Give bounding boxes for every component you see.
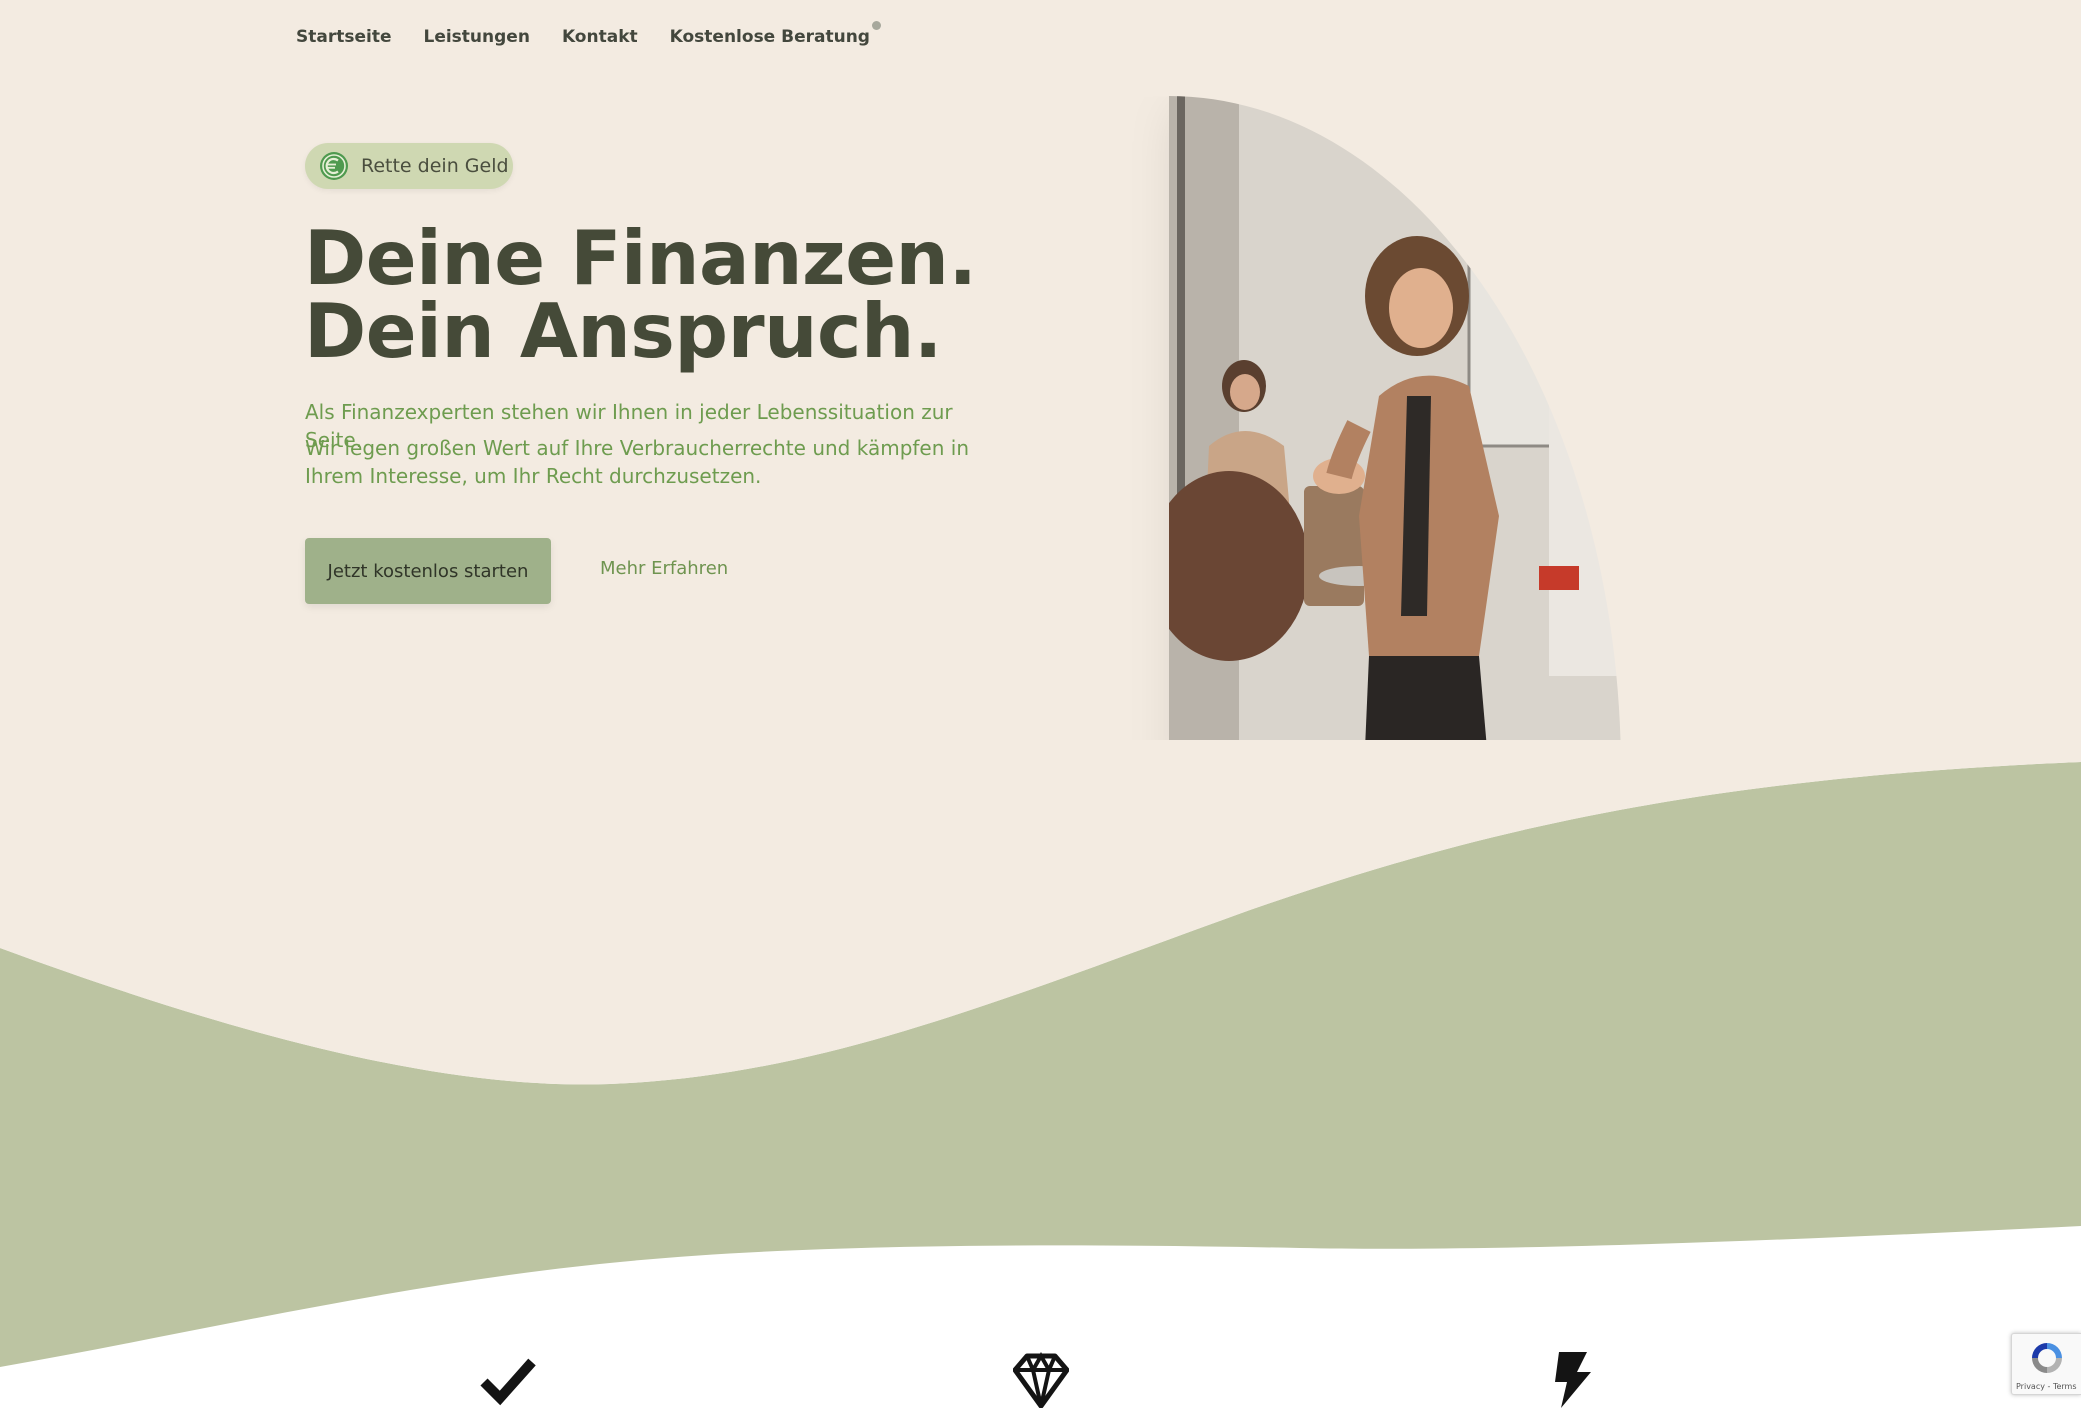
hero-title-line-2: Dein Anspruch.	[304, 287, 942, 375]
check-icon	[480, 1358, 536, 1406]
nav-item-kontakt[interactable]: Kontakt	[562, 27, 638, 47]
recaptcha-icon	[2032, 1343, 2062, 1373]
wave-divider	[0, 740, 2081, 1408]
start-free-button[interactable]: Jetzt kostenlos starten	[305, 538, 551, 604]
notification-dot	[871, 21, 881, 30]
hero-title-line-1: Deine Finanzen.	[304, 214, 977, 302]
hero-text-2: Wir legen großen Wert auf Ihre Verbrauch…	[305, 436, 969, 488]
learn-more-link[interactable]: Mehr Erfahren	[600, 558, 728, 584]
diamond-icon	[1013, 1352, 1069, 1408]
nav-item-label: Kostenlose Beratung	[669, 27, 870, 47]
badge-label: Rette dein Geld	[361, 155, 509, 177]
hero-badge[interactable]: Rette dein Geld	[305, 143, 513, 189]
hero-title: Deine Finanzen. Dein Anspruch.	[304, 214, 1104, 375]
recaptcha-links: Privacy - Terms	[2016, 1382, 2077, 1391]
euro-leaf-icon	[320, 152, 348, 180]
presenter-illustration	[1169, 96, 1621, 772]
main-nav: Startseite Leistungen Kontakt Kostenlose…	[296, 21, 881, 52]
recaptcha-badge[interactable]: Privacy - Terms	[2011, 1333, 2081, 1395]
nav-item-leistungen[interactable]: Leistungen	[423, 27, 529, 47]
nav-item-kostenlose-beratung[interactable]: Kostenlose Beratung	[669, 21, 881, 47]
nav-item-startseite[interactable]: Startseite	[296, 27, 391, 47]
presenter-photo	[1169, 96, 1621, 772]
bolt-icon	[1555, 1352, 1591, 1408]
